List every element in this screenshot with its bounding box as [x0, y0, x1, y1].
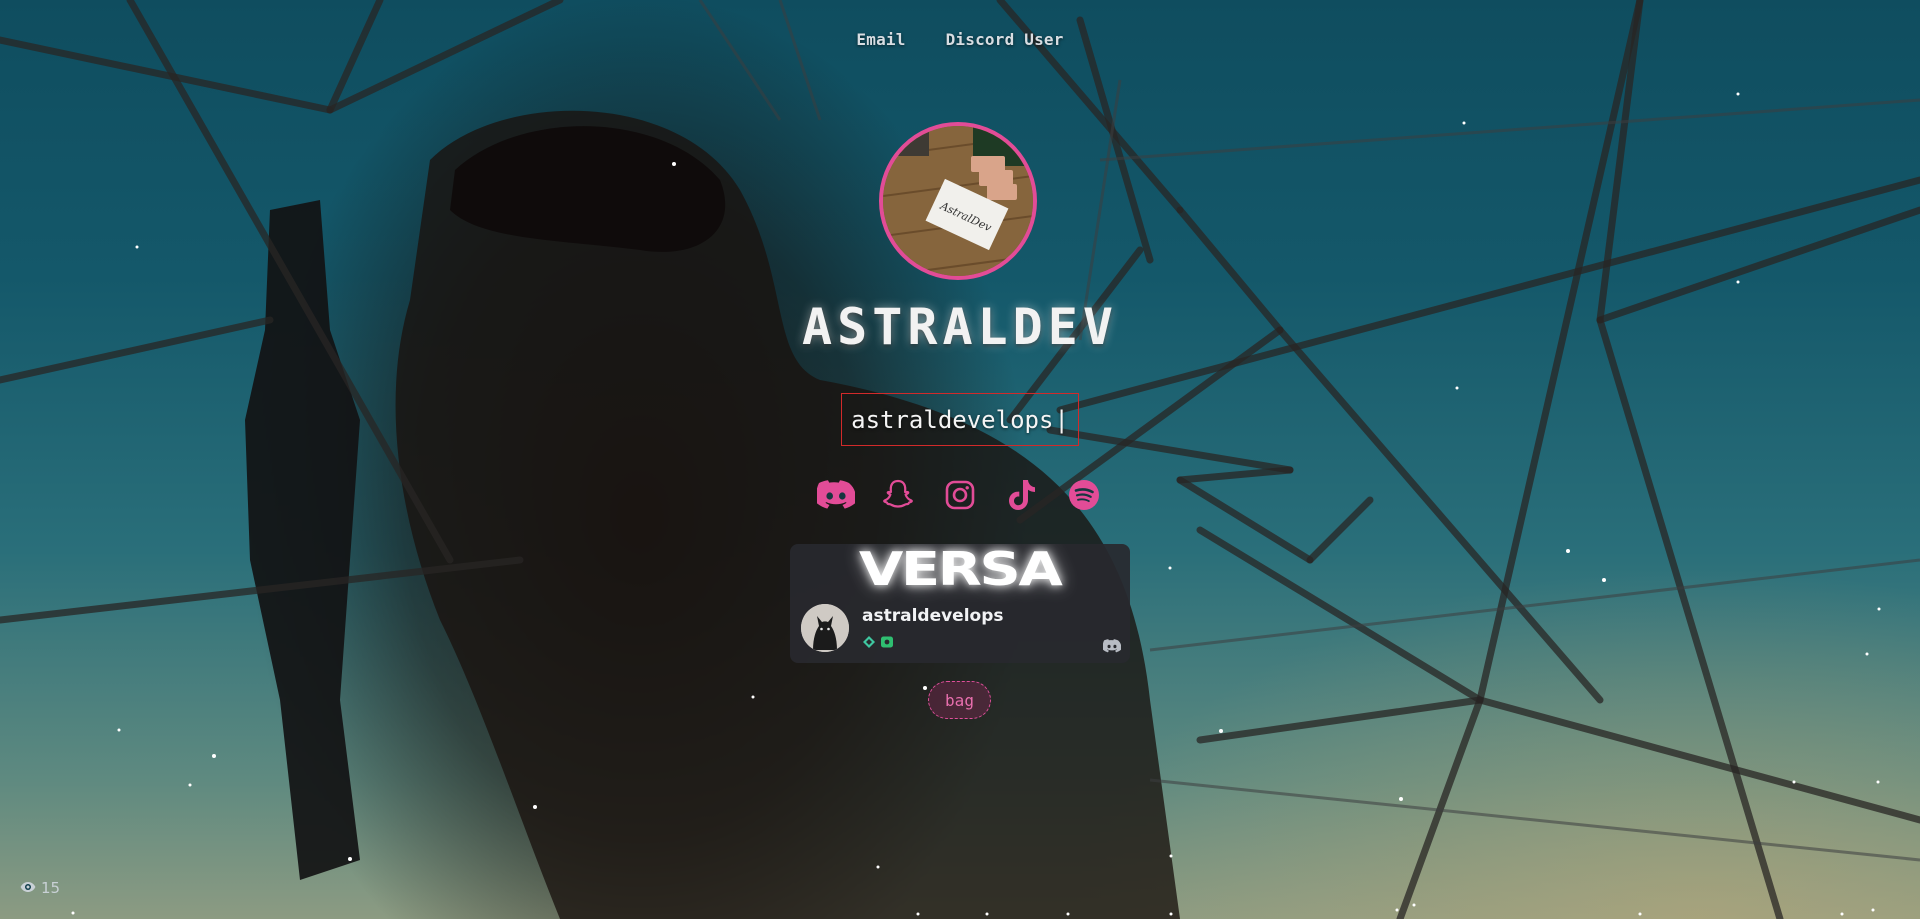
discord-icon[interactable]	[816, 478, 856, 512]
spotify-icon[interactable]	[1064, 478, 1104, 512]
discord-banner: VERSA	[790, 544, 1130, 596]
eye-icon	[20, 879, 36, 897]
social-links	[0, 478, 1920, 512]
discord-badges	[862, 634, 894, 653]
tag-bag[interactable]: bag	[928, 681, 991, 719]
nitro-icon	[880, 634, 894, 653]
discord-presence-card[interactable]: VERSA astraldevelops	[790, 544, 1130, 663]
typing-text: astraldevelops	[851, 405, 1054, 434]
banner-text: VERSA	[859, 544, 1063, 596]
email-link[interactable]: Email	[856, 30, 905, 49]
view-counter: 15	[20, 879, 60, 897]
top-nav: Email Discord User	[0, 30, 1920, 49]
profile-avatar: AstralDev	[879, 122, 1037, 280]
typing-username-box: astraldevelops |	[841, 393, 1079, 446]
typing-cursor: |	[1054, 405, 1069, 434]
discord-user-link[interactable]: Discord User	[946, 30, 1064, 49]
discord-username: astraldevelops	[862, 606, 1004, 626]
instagram-icon[interactable]	[940, 478, 980, 512]
discord-logo-icon	[1102, 638, 1122, 657]
view-count: 15	[41, 879, 61, 897]
profile-display-name: ASTRALDEV	[802, 298, 1118, 356]
snapchat-icon[interactable]	[878, 478, 918, 512]
discord-avatar	[801, 604, 849, 652]
tiktok-icon[interactable]	[1002, 478, 1042, 512]
hypesquad-icon	[862, 634, 876, 653]
